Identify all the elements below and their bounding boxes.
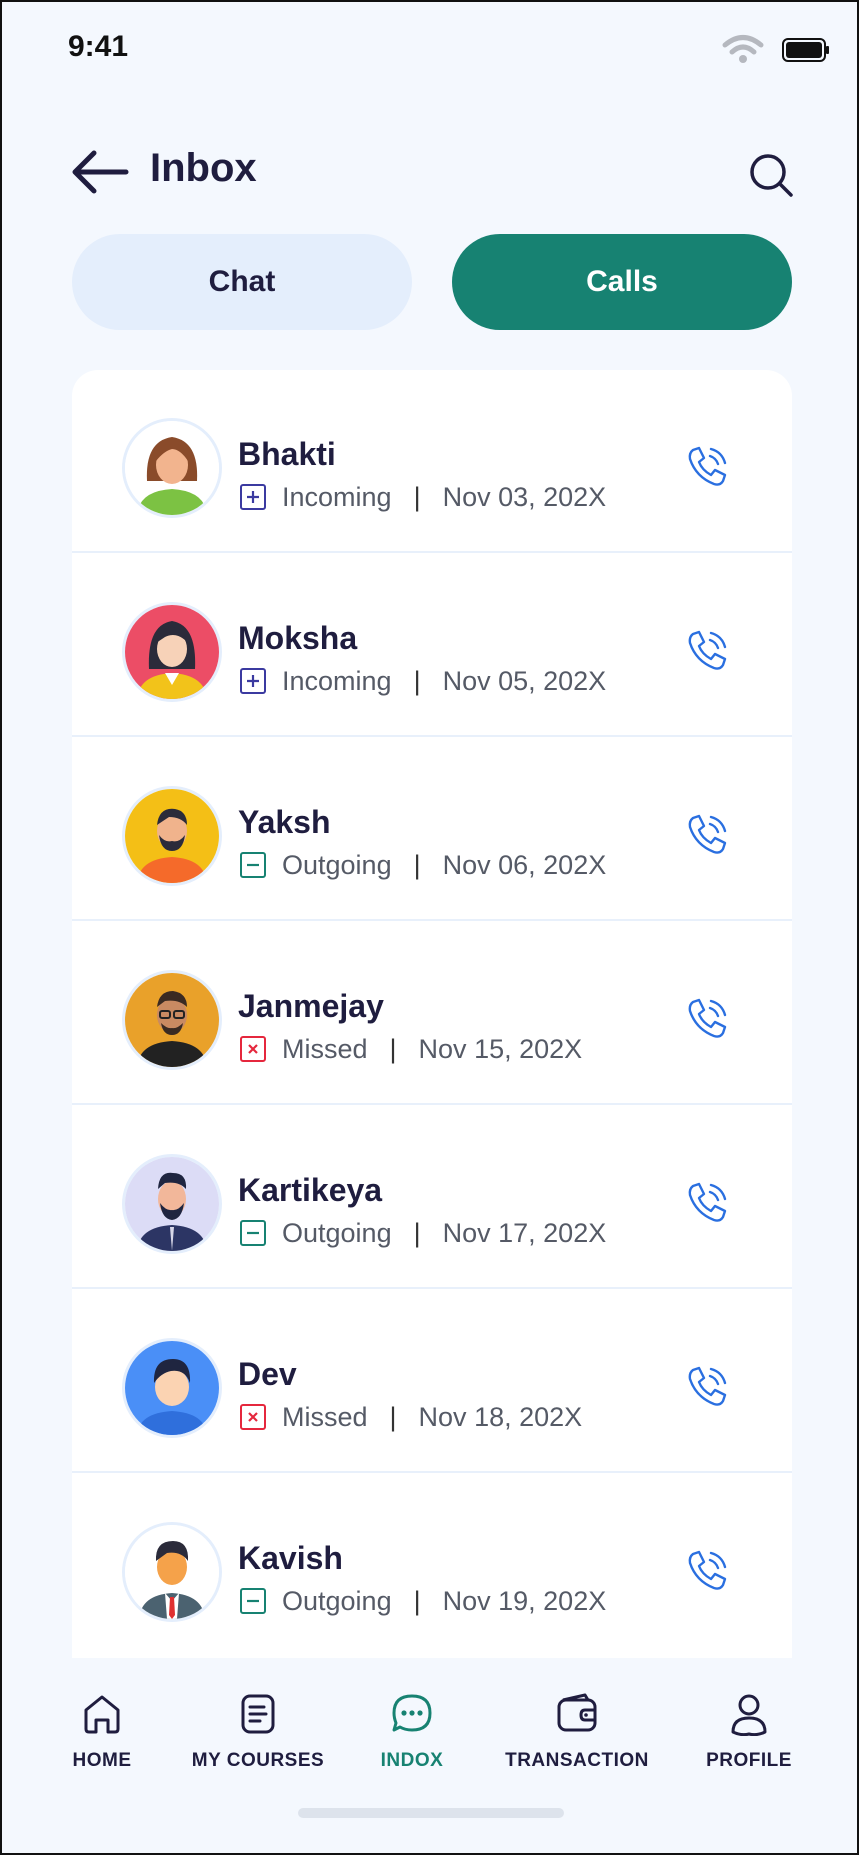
phone-call-icon[interactable]	[684, 1548, 730, 1594]
call-type: Missed	[282, 1402, 368, 1432]
separator: |	[413, 850, 421, 880]
incoming-call-icon	[240, 668, 266, 694]
battery-icon	[782, 38, 829, 62]
call-meta: Missed | Nov 18, 202X	[282, 1402, 582, 1433]
nav-my-courses[interactable]: MY COURSES	[188, 1692, 328, 1772]
call-meta: Incoming | Nov 03, 202X	[282, 482, 606, 513]
contact-name: Bhakti	[238, 436, 336, 472]
call-type: Missed	[282, 1034, 368, 1064]
page-title: Inbox	[150, 146, 257, 190]
contact-name: Kavish	[238, 1540, 343, 1576]
contact-name: Janmejay	[238, 988, 384, 1024]
call-row[interactable]: Dev Missed | Nov 18, 202X	[72, 1290, 792, 1473]
missed-call-icon	[240, 1036, 266, 1062]
tab-calls[interactable]: Calls	[452, 234, 792, 330]
call-type: Outgoing	[282, 1218, 392, 1248]
call-type: Outgoing	[282, 1586, 392, 1616]
outgoing-call-icon	[240, 852, 266, 878]
call-date: Nov 05, 202X	[442, 666, 607, 696]
nav-label: INDOX	[380, 1750, 444, 1771]
separator: |	[413, 482, 421, 512]
call-meta: Incoming | Nov 05, 202X	[282, 666, 606, 697]
contact-name: Kartikeya	[238, 1172, 383, 1208]
avatar	[122, 1338, 222, 1438]
nav-home[interactable]: HOME	[62, 1692, 142, 1772]
home-indicator	[298, 1808, 564, 1818]
separator: |	[413, 1586, 421, 1616]
call-row[interactable]: Kavish Outgoing | Nov 19, 202X	[72, 1474, 792, 1657]
phone-call-icon[interactable]	[684, 812, 730, 858]
separator: |	[389, 1034, 397, 1064]
phone-call-icon[interactable]	[684, 628, 730, 674]
separator: |	[389, 1402, 397, 1432]
avatar	[122, 602, 222, 702]
call-row[interactable]: Janmejay Missed | Nov 15, 202X	[72, 922, 792, 1105]
call-row[interactable]: Bhakti Incoming | Nov 03, 202X	[72, 370, 792, 553]
outgoing-call-icon	[240, 1220, 266, 1246]
phone-screen: 9:41 Inbox Chat Calls Bhakti Incoming | …	[0, 0, 859, 1855]
phone-call-icon[interactable]	[684, 996, 730, 1042]
nav-inbox[interactable]: INDOX	[372, 1692, 452, 1772]
call-row[interactable]: Moksha Incoming | Nov 05, 202X	[72, 554, 792, 737]
user-icon	[731, 1694, 767, 1736]
call-meta: Outgoing | Nov 06, 202X	[282, 850, 606, 881]
outgoing-call-icon	[240, 1588, 266, 1614]
avatar	[122, 1522, 222, 1622]
contact-name: Dev	[238, 1356, 297, 1392]
avatar	[122, 970, 222, 1070]
nav-label: TRANSACTION	[505, 1750, 649, 1771]
missed-call-icon	[240, 1404, 266, 1430]
nav-label: PROFILE	[706, 1750, 792, 1771]
home-icon	[84, 1695, 120, 1734]
call-type: Incoming	[282, 482, 392, 512]
incoming-call-icon	[240, 484, 266, 510]
avatar	[122, 1154, 222, 1254]
call-date: Nov 06, 202X	[442, 850, 607, 880]
bottom-nav: HOME MY COURSES INDOX TRANSACTION PROFIL…	[2, 1658, 857, 1853]
back-arrow-icon[interactable]	[70, 148, 130, 196]
call-row[interactable]: Kartikeya Outgoing | Nov 17, 202X	[72, 1106, 792, 1289]
wallet-icon	[557, 1693, 597, 1732]
call-list: Bhakti Incoming | Nov 03, 202X Moksha In…	[72, 370, 792, 1660]
nav-profile[interactable]: PROFILE	[702, 1692, 796, 1772]
call-row[interactable]: Yaksh Outgoing | Nov 06, 202X	[72, 738, 792, 921]
nav-label: MY COURSES	[191, 1750, 325, 1771]
call-date: Nov 19, 202X	[442, 1586, 607, 1616]
status-time: 9:41	[68, 30, 129, 63]
nav-transaction[interactable]: TRANSACTION	[502, 1692, 652, 1772]
phone-call-icon[interactable]	[684, 1364, 730, 1410]
call-type: Incoming	[282, 666, 392, 696]
wifi-icon	[722, 35, 764, 63]
avatar	[122, 786, 222, 886]
call-type: Outgoing	[282, 850, 392, 880]
avatar	[122, 418, 222, 518]
tab-chat[interactable]: Chat	[72, 234, 412, 330]
chat-bubble-icon	[392, 1694, 432, 1732]
call-meta: Outgoing | Nov 17, 202X	[282, 1218, 606, 1249]
contact-name: Yaksh	[238, 804, 331, 840]
call-date: Nov 03, 202X	[442, 482, 607, 512]
call-meta: Missed | Nov 15, 202X	[282, 1034, 582, 1065]
search-icon[interactable]	[748, 152, 794, 198]
call-date: Nov 18, 202X	[418, 1402, 583, 1432]
call-meta: Outgoing | Nov 19, 202X	[282, 1586, 606, 1617]
call-date: Nov 17, 202X	[442, 1218, 607, 1248]
contact-name: Moksha	[238, 620, 358, 656]
call-date: Nov 15, 202X	[418, 1034, 583, 1064]
separator: |	[413, 1218, 421, 1248]
separator: |	[413, 666, 421, 696]
document-icon	[241, 1694, 275, 1734]
phone-call-icon[interactable]	[684, 1180, 730, 1226]
nav-label: HOME	[72, 1750, 132, 1771]
phone-call-icon[interactable]	[684, 444, 730, 490]
